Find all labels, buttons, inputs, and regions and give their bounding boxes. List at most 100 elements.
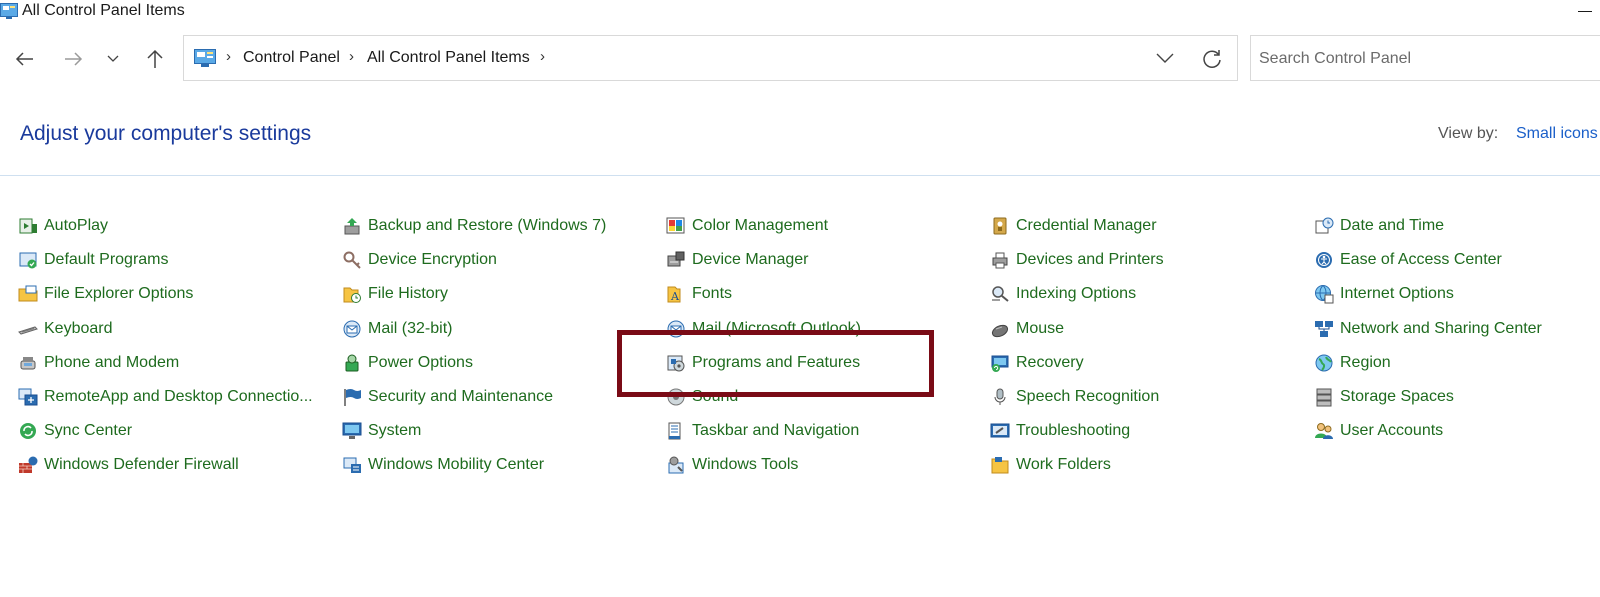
fonts-icon: A	[667, 286, 681, 303]
control-panel-item-label: Backup and Restore (Windows 7)	[368, 217, 607, 234]
microphone-icon	[994, 388, 1006, 405]
minimize-button[interactable]	[1578, 11, 1592, 12]
control-panel-item[interactable]: Keyboard	[18, 317, 113, 341]
control-panel-item-label: Programs and Features	[692, 353, 861, 371]
chevron-down-icon	[107, 55, 119, 62]
autoplay-icon	[19, 218, 37, 234]
control-panel-item[interactable]: Windows Tools	[666, 453, 798, 477]
control-panel-item[interactable]: Mail (32-bit)	[342, 317, 452, 341]
control-panel-item[interactable]: Storage Spaces	[1314, 385, 1454, 409]
control-panel-item-label: Network and Sharing Center	[1340, 319, 1542, 337]
control-panel-item-label: Work Folders	[1016, 456, 1111, 474]
mail-icon	[343, 320, 361, 338]
control-panel-item[interactable]: Speech Recognition	[990, 385, 1159, 409]
control-panel-item[interactable]: Phone and Modem	[18, 351, 179, 375]
control-panel-item-label: Storage Spaces	[1340, 388, 1454, 405]
control-panel-item[interactable]: Taskbar and Navigation	[666, 419, 859, 443]
recent-locations-button[interactable]	[98, 44, 128, 74]
control-panel-item-label: Troubleshooting	[1016, 422, 1131, 440]
mobility-icon	[343, 457, 361, 474]
backup-icon	[344, 218, 360, 235]
control-panel-item[interactable]: A Fonts	[666, 282, 732, 306]
arrow-left-icon	[15, 52, 33, 66]
refresh-icon[interactable]	[1201, 48, 1223, 70]
address-history-dropdown-icon[interactable]	[1154, 50, 1176, 66]
control-panel-item-label: AutoPlay	[44, 217, 109, 234]
file-history-icon	[343, 287, 361, 304]
title-bar: All Control Panel Items	[0, 0, 1600, 24]
control-panel-item-label: Phone and Modem	[44, 353, 180, 371]
control-panel-item[interactable]: User Accounts	[1314, 419, 1443, 443]
control-panel-icon	[194, 49, 216, 67]
control-panel-item[interactable]: Recovery	[990, 351, 1084, 375]
control-panel-item[interactable]: File History	[342, 282, 448, 306]
control-panel-item[interactable]: Device Encryption	[342, 248, 497, 272]
breadcrumb-separator[interactable]: ›	[349, 48, 354, 65]
control-panel-item[interactable]: Internet Options	[1314, 282, 1454, 306]
control-panel-item[interactable]: Backup and Restore (Windows 7)	[342, 214, 606, 238]
search-box[interactable]	[1250, 35, 1600, 81]
control-panel-item[interactable]: Devices and Printers	[990, 248, 1164, 272]
control-panel-item[interactable]: Sound	[666, 385, 738, 409]
control-panel-item-label: Default Programs	[44, 251, 169, 269]
flag-icon	[344, 389, 361, 406]
control-panel-item[interactable]: Programs and Features	[666, 351, 860, 375]
control-panel-item[interactable]: Work Folders	[990, 453, 1111, 477]
control-panel-item[interactable]: System	[342, 419, 421, 443]
tools-icon	[668, 456, 684, 474]
forward-button[interactable]	[58, 44, 88, 74]
control-panel-item-label: Sync Center	[44, 422, 133, 440]
control-panel-item[interactable]: Credential Manager	[990, 214, 1157, 238]
svg-text:A: A	[670, 290, 680, 303]
clock-icon	[1315, 217, 1334, 234]
work-folders-icon	[991, 457, 1009, 474]
indexing-icon	[992, 286, 1009, 303]
control-panel-item[interactable]: Windows Mobility Center	[342, 453, 544, 477]
folder-options-icon	[18, 285, 38, 302]
mouse-icon	[991, 324, 1009, 337]
control-panel-item-label: RemoteApp and Desktop Connectio...	[44, 388, 313, 405]
breadcrumb-separator[interactable]: ›	[226, 48, 231, 65]
control-panel-item[interactable]: Mouse	[990, 317, 1064, 341]
remoteapp-icon	[18, 388, 38, 406]
control-panel-item[interactable]: Network and Sharing Center	[1314, 317, 1542, 341]
search-input[interactable]	[1259, 48, 1589, 70]
control-panel-item[interactable]: Color Management	[666, 214, 828, 238]
control-panel-item-label: Device Manager	[692, 251, 809, 269]
control-panel-item[interactable]: Troubleshooting	[990, 419, 1130, 443]
control-panel-item[interactable]: Windows Defender Firewall	[18, 453, 239, 477]
back-button[interactable]	[10, 44, 40, 74]
control-panel-item[interactable]: File Explorer Options	[18, 282, 193, 306]
address-bar[interactable]: › Control Panel › All Control Panel Item…	[183, 35, 1238, 81]
up-button[interactable]	[140, 44, 170, 74]
control-panel-item[interactable]: Sync Center	[18, 419, 132, 443]
control-panel-item[interactable]: RemoteApp and Desktop Connectio...	[18, 385, 313, 409]
control-panel-item[interactable]: Device Manager	[666, 248, 809, 272]
control-panel-item[interactable]: Date and Time	[1314, 214, 1444, 238]
arrow-up-icon	[147, 49, 163, 68]
control-panel-item-label: Credential Manager	[1016, 217, 1157, 234]
control-panel-item[interactable]: Security and Maintenance	[342, 385, 553, 409]
control-panel-item-label: Keyboard	[44, 319, 113, 337]
control-panel-item-label: Color Management	[692, 217, 829, 234]
control-panel-item[interactable]: Indexing Options	[990, 282, 1136, 306]
default-programs-icon	[19, 252, 37, 269]
control-panel-item[interactable]: Default Programs	[18, 248, 169, 272]
control-panel-item-label: Internet Options	[1340, 285, 1454, 303]
control-panel-item[interactable]: Ease of Access Center	[1314, 248, 1502, 272]
control-panel-item[interactable]: AutoPlay	[18, 214, 108, 238]
control-panel-item-label: Devices and Printers	[1016, 251, 1164, 269]
view-by-dropdown[interactable]: Small icons	[1516, 125, 1598, 143]
control-panel-item[interactable]: Mail (Microsoft Outlook)	[666, 317, 861, 341]
breadcrumb-control-panel[interactable]: Control Panel	[243, 49, 340, 67]
breadcrumb-all-items[interactable]: All Control Panel Items	[367, 49, 530, 67]
keyboard-icon	[18, 326, 38, 335]
region-globe-icon	[1315, 354, 1333, 372]
control-panel-item-label: Windows Mobility Center	[368, 456, 545, 474]
control-panel-item-label: Mouse	[1016, 319, 1065, 337]
control-panel-item-label: Windows Defender Firewall	[44, 456, 239, 474]
control-panel-item[interactable]: Power Options	[342, 351, 473, 375]
breadcrumb-separator[interactable]: ›	[540, 48, 545, 65]
ease-of-access-icon	[1316, 252, 1332, 269]
control-panel-item[interactable]: Region	[1314, 351, 1391, 375]
